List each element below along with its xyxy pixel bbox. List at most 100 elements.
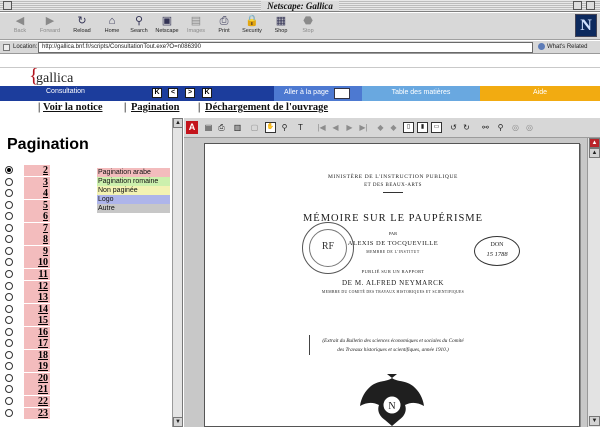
page-number-link[interactable]: 16 — [24, 326, 50, 338]
scroll-down-arrow-icon[interactable]: ▼ — [173, 417, 182, 427]
copy-icon[interactable]: ▢ — [249, 122, 260, 133]
help-link[interactable]: Aide — [480, 86, 600, 101]
page-number-link[interactable]: 17 — [24, 338, 50, 350]
page-number-link[interactable]: 19 — [24, 361, 50, 373]
page-row[interactable]: 2 — [5, 165, 53, 176]
last-page-icon[interactable]: ▶| — [358, 122, 369, 133]
page-radio[interactable] — [5, 304, 13, 313]
page-radio[interactable] — [5, 212, 13, 221]
back-button[interactable]: ◀ Back — [7, 14, 33, 39]
page-radio[interactable] — [5, 385, 13, 394]
bookmark-icon[interactable] — [3, 44, 10, 51]
page-row[interactable]: 13 — [5, 292, 53, 304]
page-radio[interactable] — [5, 189, 13, 198]
goto-page-input[interactable] — [334, 88, 350, 99]
page-radio[interactable] — [5, 316, 13, 325]
page-radio[interactable] — [5, 350, 13, 359]
page-radio[interactable] — [5, 223, 13, 232]
page-row[interactable]: 19 — [5, 361, 53, 373]
page-row[interactable]: 7 — [5, 222, 53, 234]
page-row[interactable]: 15 — [5, 315, 53, 327]
next-page-icon[interactable]: ▶ — [344, 122, 355, 133]
page-radio[interactable] — [5, 339, 13, 348]
page-row[interactable]: 18 — [5, 349, 53, 361]
stop-button[interactable]: ⬣ Stop — [295, 14, 321, 39]
page-number-link[interactable]: 6 — [24, 211, 50, 223]
document-canvas[interactable]: MINISTÈRE DE L'INSTRUCTION PUBLIQUE ET D… — [184, 138, 587, 427]
window-collapse-box[interactable] — [586, 1, 595, 10]
page-row[interactable]: 14 — [5, 303, 53, 315]
whats-related-button[interactable]: What's Related — [538, 43, 588, 50]
first-page-icon[interactable]: |◀ — [316, 122, 327, 133]
save-icon[interactable]: ▤ — [203, 122, 214, 133]
page-radio[interactable] — [5, 293, 13, 302]
scroll-up-arrow-icon[interactable]: ▲ — [589, 148, 600, 158]
page-radio[interactable] — [5, 408, 13, 417]
page-radio[interactable] — [5, 177, 13, 186]
page-radio[interactable] — [5, 281, 13, 290]
shop-button[interactable]: ▦ Shop — [268, 14, 294, 39]
page-row[interactable]: 11 — [5, 268, 53, 280]
document-scrollbar[interactable]: ▲ ▲ ▼ — [587, 138, 600, 427]
previous-page-button[interactable]: < — [168, 88, 178, 98]
hand-tool-icon[interactable]: ✋ — [265, 122, 276, 133]
window-zoom-box[interactable] — [573, 1, 582, 10]
page-number-link[interactable]: 5 — [24, 199, 50, 211]
rotate-left-icon[interactable]: ↺ — [448, 122, 459, 133]
page-row[interactable]: 3 — [5, 176, 53, 188]
page-row[interactable]: 4 — [5, 188, 53, 200]
acrobat-icon[interactable]: A — [186, 121, 198, 134]
previous-page-icon[interactable]: ◀ — [330, 122, 341, 133]
show-pages-icon[interactable]: ▥ — [232, 122, 243, 133]
left-scrollbar[interactable]: ▲ ▼ — [172, 118, 182, 427]
page-radio[interactable] — [5, 362, 13, 371]
page-number-link[interactable]: 18 — [24, 349, 50, 361]
page-row[interactable]: 22 — [5, 396, 53, 407]
text-select-icon[interactable]: T — [295, 122, 306, 133]
page-radio[interactable] — [5, 200, 13, 209]
actual-size-icon[interactable]: ▯ — [403, 122, 414, 133]
first-page-button[interactable]: K — [152, 88, 162, 98]
page-row[interactable]: 17 — [5, 338, 53, 350]
page-radio[interactable] — [5, 327, 13, 336]
page-radio[interactable] — [5, 166, 13, 174]
last-page-button[interactable]: K — [202, 88, 212, 98]
page-row[interactable]: 20 — [5, 372, 53, 384]
page-number-link[interactable]: 22 — [24, 396, 50, 407]
page-radio[interactable] — [5, 373, 13, 382]
scroll-up-arrow-icon[interactable]: ▲ — [173, 118, 182, 128]
forward-button[interactable]: ▶ Forward — [37, 14, 63, 39]
search-doc-icon[interactable]: ⚲ — [495, 122, 506, 133]
page-row[interactable]: 8 — [5, 234, 53, 246]
page-radio[interactable] — [5, 246, 13, 255]
zoom-tool-icon[interactable]: ⚲ — [279, 122, 290, 133]
page-row[interactable]: 5 — [5, 199, 53, 211]
page-number-link[interactable]: 13 — [24, 292, 50, 304]
table-of-contents-link[interactable]: Table des matières — [362, 86, 480, 101]
scroll-up-arrow-icon[interactable]: ▲ — [589, 138, 600, 148]
page-row[interactable]: 16 — [5, 326, 53, 338]
url-field[interactable]: http://gallica.bnf.fr/scripts/Consultati… — [38, 42, 533, 53]
page-radio[interactable] — [5, 235, 13, 244]
fit-width-icon[interactable]: ▭ — [431, 122, 442, 133]
page-number-link[interactable]: 23 — [24, 407, 50, 419]
page-radio[interactable] — [5, 397, 13, 405]
netscape-button[interactable]: ▣ Netscape — [154, 14, 180, 39]
scroll-down-arrow-icon[interactable]: ▼ — [589, 416, 600, 426]
page-number-link[interactable]: 21 — [24, 384, 50, 396]
reload-button[interactable]: ↻ Reload — [69, 14, 95, 39]
go-back-icon[interactable]: ◆ — [375, 122, 386, 133]
search-button[interactable]: ⚲ Search — [126, 14, 152, 39]
page-number-link[interactable]: 9 — [24, 245, 50, 257]
security-button[interactable]: 🔒 Security — [239, 14, 265, 39]
home-button[interactable]: ⌂ Home — [99, 14, 125, 39]
images-button[interactable]: ▤ Images — [183, 14, 209, 39]
page-number-link[interactable]: 4 — [24, 188, 50, 200]
page-row[interactable]: 9 — [5, 245, 53, 257]
view-notice-link[interactable]: Voir la notice — [43, 102, 103, 113]
next-page-button[interactable]: > — [185, 88, 195, 98]
web-link-icon[interactable]: ◎ — [510, 122, 521, 133]
go-forward-icon[interactable]: ◆ — [388, 122, 399, 133]
page-number-link[interactable]: 12 — [24, 280, 50, 292]
window-title-bar[interactable]: Netscape: Gallica — [0, 0, 600, 12]
